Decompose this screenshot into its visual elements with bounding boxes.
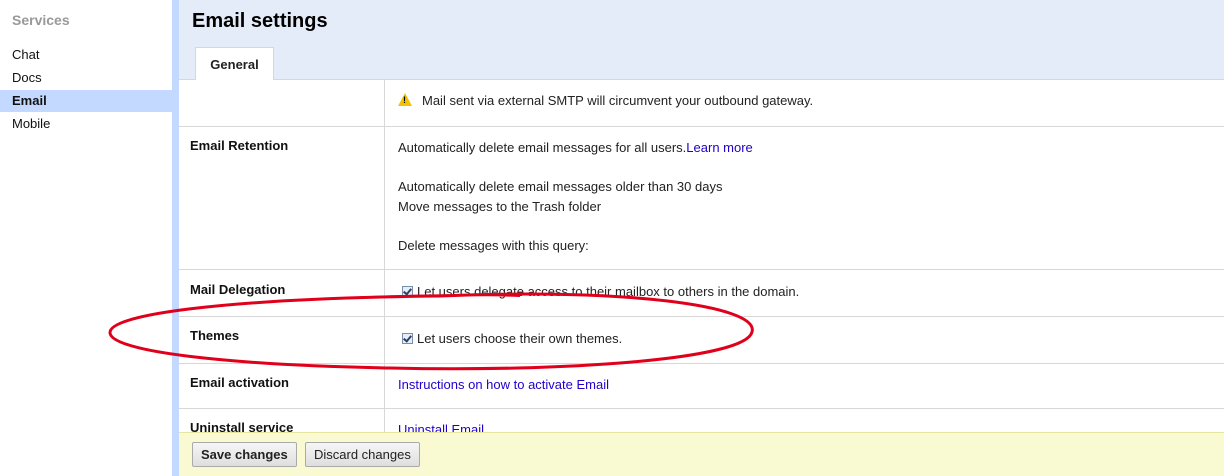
warning-icon: ! <box>398 93 412 106</box>
themes-checkbox[interactable] <box>402 333 413 344</box>
delegation-checkbox-label: Let users delegate access to their mailb… <box>417 284 800 299</box>
mail-delegation-label: Mail Delegation <box>190 282 286 297</box>
page-header: Email settings General <box>179 0 1224 80</box>
save-changes-button[interactable]: Save changes <box>192 442 297 467</box>
sidebar-title: Services <box>12 12 70 28</box>
sidebar-item-mobile[interactable]: Mobile <box>0 113 172 135</box>
sidebar-item-docs[interactable]: Docs <box>0 67 172 89</box>
page-title: Email settings <box>192 10 328 32</box>
action-bar: Save changes Discard changes <box>179 432 1224 476</box>
uninstall-label: Uninstall service <box>190 420 294 432</box>
smtp-warning-text: Mail sent via external SMTP will circumv… <box>422 93 814 108</box>
sidebar: Services Chat Docs Email Mobile <box>0 0 172 476</box>
sidebar-item-chat[interactable]: Chat <box>0 44 172 66</box>
sidebar-divider <box>172 0 179 476</box>
discard-changes-button[interactable]: Discard changes <box>305 442 420 467</box>
settings-table: ! Mail sent via external SMTP will circum… <box>179 80 1224 432</box>
themes-label: Themes <box>190 328 240 343</box>
themes-checkbox-label: Let users choose their own themes. <box>417 331 623 346</box>
smtp-warning-row: ! Mail sent via external SMTP will circum… <box>179 80 1224 127</box>
email-retention-label: Email Retention <box>190 138 289 153</box>
themes-row: Themes Let users choose their own themes… <box>179 317 1224 364</box>
retention-action-text: Move messages to the Trash folder <box>398 199 602 214</box>
tab-general[interactable]: General <box>195 47 274 80</box>
email-activation-label: Email activation <box>190 375 289 390</box>
uninstall-row: Uninstall service Uninstall Email <box>179 409 1224 432</box>
retention-policy-text: Automatically delete email messages olde… <box>398 179 723 194</box>
email-activation-row: Email activation Instructions on how to … <box>179 364 1224 409</box>
retention-description: Automatically delete email messages for … <box>398 140 687 155</box>
activation-instructions-link[interactable]: Instructions on how to activate Email <box>398 377 609 392</box>
main-panel: Email settings General ! Mail sent via ex… <box>179 0 1224 476</box>
delegation-checkbox[interactable] <box>402 286 413 297</box>
uninstall-email-link[interactable]: Uninstall Email <box>398 422 484 432</box>
learn-more-link[interactable]: Learn more <box>686 140 752 155</box>
sidebar-item-email[interactable]: Email <box>0 90 172 112</box>
mail-delegation-row: Mail Delegation Let users delegate acces… <box>179 270 1224 317</box>
email-retention-row: Email Retention Automatically delete ema… <box>179 127 1224 270</box>
retention-query-text: Delete messages with this query: <box>398 238 589 253</box>
